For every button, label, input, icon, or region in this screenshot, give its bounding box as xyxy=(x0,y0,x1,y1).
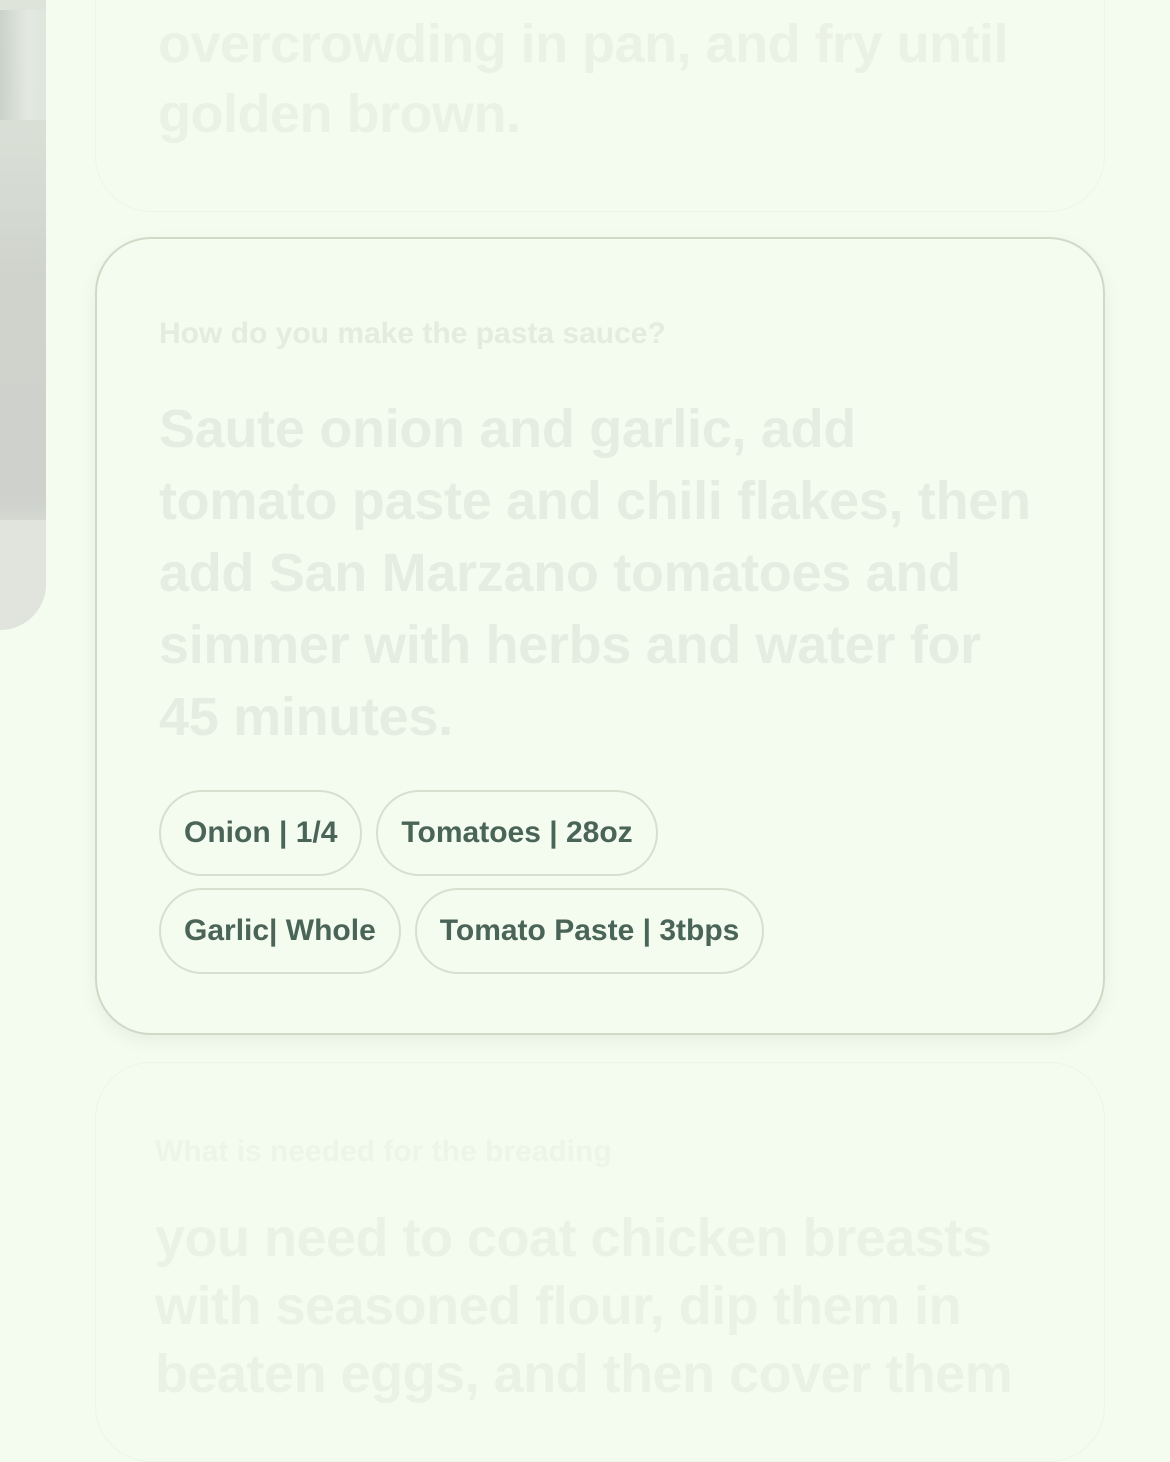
next-step-question: What is needed for the breading xyxy=(155,1135,612,1168)
previous-step-answer-line: golden brown. xyxy=(158,84,521,144)
step-question: How do you make the pasta sauce? xyxy=(159,317,666,350)
ingredient-chip-tomatoes[interactable]: Tomatoes | 28oz xyxy=(376,790,658,876)
next-step-card[interactable]: What is needed for the breading you need… xyxy=(95,1062,1105,1462)
photo-bottom xyxy=(0,520,46,630)
photo-highlight xyxy=(0,10,46,120)
ingredient-chip-onion[interactable]: Onion | 1/4 xyxy=(159,790,363,876)
previous-step-answer-line: overcrowding in pan, and fry until xyxy=(158,14,1009,74)
current-step-card[interactable]: How do you make the pasta sauce? Saute o… xyxy=(95,237,1105,1035)
chip-row: Garlic| Whole Tomato Paste | 3tbps xyxy=(159,888,1019,974)
recipe-photo-edge xyxy=(0,0,46,630)
chip-row: Onion | 1/4 Tomatoes | 28oz xyxy=(159,790,1019,876)
step-answer: Saute onion and garlic, add tomato paste… xyxy=(159,399,1031,747)
next-step-answer-line: with seasoned flour, dip them in xyxy=(155,1276,962,1336)
next-step-answer-line: you need to coat chicken breasts xyxy=(155,1208,992,1268)
ingredient-chips: Onion | 1/4 Tomatoes | 28oz Garlic| Whol… xyxy=(159,790,1019,986)
ingredient-chip-tomato-paste[interactable]: Tomato Paste | 3tbps xyxy=(414,888,765,974)
ingredient-chip-garlic[interactable]: Garlic| Whole xyxy=(159,888,401,974)
previous-step-card[interactable]: overcrowding in pan, and fry until golde… xyxy=(95,0,1105,212)
next-step-answer-line: beaten eggs, and then cover them xyxy=(155,1344,1013,1404)
